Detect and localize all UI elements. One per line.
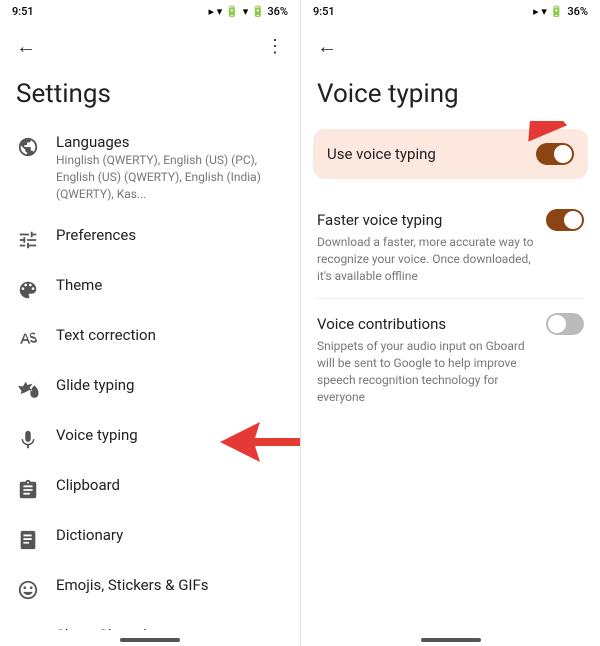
globe-icon xyxy=(16,135,40,159)
settings-list: Languages Hinglish (QWERTY), English (US… xyxy=(0,121,300,630)
nav-bar-left xyxy=(0,630,300,646)
signal-icons-left: ▸ ▾ 🔋 xyxy=(208,5,238,18)
clipboard-text: Clipboard xyxy=(56,476,120,494)
text-correction-text: Text correction xyxy=(56,326,156,344)
right-panel: 9:51 ▸ ▾ 🔋 36% ← Voice typing Use voice … xyxy=(300,0,600,646)
vt-contributions-subtitle: Snippets of your audio input on Gboard w… xyxy=(317,338,537,405)
dictionary-text: Dictionary xyxy=(56,526,123,544)
toggle-knob-use xyxy=(554,145,572,163)
vt-contributions-row: Voice contributions xyxy=(317,313,584,335)
voice-typing-title: Voice typing xyxy=(56,426,138,444)
toggle-faster[interactable] xyxy=(546,209,584,231)
battery-left: ▾ 🔋 36% xyxy=(243,5,288,18)
vt-faster-label: Faster voice typing xyxy=(317,211,442,229)
languages-title: Languages xyxy=(56,133,276,151)
book-icon xyxy=(16,528,40,552)
preferences-text: Preferences xyxy=(56,226,136,244)
glide-typing-text: Glide typing xyxy=(56,376,134,394)
vt-item-use-voice-typing[interactable]: Use voice typing xyxy=(313,129,588,179)
toggle-use-voice-typing[interactable] xyxy=(536,143,574,165)
voice-typing-text: Voice typing xyxy=(56,426,138,444)
nav-bar-right xyxy=(301,630,600,646)
vt-use-row: Use voice typing xyxy=(327,143,574,165)
palette-icon xyxy=(16,278,40,302)
status-icons-left: ▸ ▾ 🔋 ▾ 🔋 36% xyxy=(208,5,288,18)
text-correction-title: Text correction xyxy=(56,326,156,344)
battery-right: 36% xyxy=(567,5,588,18)
sidebar-item-dictionary[interactable]: Dictionary xyxy=(0,514,300,564)
languages-text: Languages Hinglish (QWERTY), English (US… xyxy=(56,133,276,202)
red-arrow-left xyxy=(220,422,300,462)
emoji-icon xyxy=(16,578,40,602)
vt-faster-row: Faster voice typing xyxy=(317,209,584,231)
sidebar-item-languages[interactable]: Languages Hinglish (QWERTY), English (US… xyxy=(0,121,300,214)
vt-item-faster[interactable]: Faster voice typing Download a faster, m… xyxy=(301,195,600,298)
sidebar-item-share[interactable]: Share Gboard xyxy=(0,614,300,630)
share-title: Share Gboard xyxy=(56,626,147,630)
mic-icon xyxy=(16,428,40,452)
emojis-text: Emojis, Stickers & GIFs xyxy=(56,576,209,594)
status-bar-right: 9:51 ▸ ▾ 🔋 36% xyxy=(301,0,600,22)
preferences-title: Preferences xyxy=(56,226,136,244)
back-button-left[interactable]: ← xyxy=(12,30,40,63)
theme-title: Theme xyxy=(56,276,102,294)
nav-pill-right xyxy=(421,638,481,642)
back-button-right[interactable]: ← xyxy=(313,30,341,63)
time-left: 9:51 xyxy=(12,5,34,18)
vt-item-contributions[interactable]: Voice contributions Snippets of your aud… xyxy=(301,299,600,419)
sliders-icon xyxy=(16,228,40,252)
sidebar-item-preferences[interactable]: Preferences xyxy=(0,214,300,264)
languages-subtitle: Hinglish (QWERTY), English (US) (PC), En… xyxy=(56,152,276,202)
glide-icon xyxy=(16,378,40,402)
left-panel: 9:51 ▸ ▾ 🔋 ▾ 🔋 36% ← ⋮ Settings Language… xyxy=(0,0,300,646)
signal-icons-right: ▸ ▾ 🔋 xyxy=(533,5,563,18)
vt-contributions-label: Voice contributions xyxy=(317,315,446,333)
nav-pill-left xyxy=(120,638,180,642)
glide-typing-title: Glide typing xyxy=(56,376,134,394)
time-right: 9:51 xyxy=(313,5,335,18)
menu-button-left[interactable]: ⋮ xyxy=(262,32,288,61)
clipboard-title: Clipboard xyxy=(56,476,120,494)
sidebar-item-text-correction[interactable]: Text correction xyxy=(0,314,300,364)
sidebar-item-theme[interactable]: Theme xyxy=(0,264,300,314)
textcorrect-icon xyxy=(16,328,40,352)
sidebar-item-clipboard[interactable]: Clipboard xyxy=(0,464,300,514)
sidebar-item-glide-typing[interactable]: Glide typing xyxy=(0,364,300,414)
top-bar-right: ← xyxy=(301,22,600,71)
sidebar-item-voice-typing[interactable]: Voice typing xyxy=(0,414,300,464)
status-icons-right: ▸ ▾ 🔋 36% xyxy=(533,5,588,18)
page-title-left: Settings xyxy=(0,71,300,121)
clipboard-icon xyxy=(16,478,40,502)
toggle-knob-faster xyxy=(564,211,582,229)
share-icon xyxy=(16,628,40,630)
vt-faster-subtitle: Download a faster, more accurate way to … xyxy=(317,234,537,284)
toggle-knob-contributions xyxy=(548,315,566,333)
red-arrow-up xyxy=(508,121,568,134)
sidebar-item-emojis[interactable]: Emojis, Stickers & GIFs xyxy=(0,564,300,614)
status-bar-left: 9:51 ▸ ▾ 🔋 ▾ 🔋 36% xyxy=(0,0,300,22)
dictionary-title: Dictionary xyxy=(56,526,123,544)
emojis-title: Emojis, Stickers & GIFs xyxy=(56,576,209,594)
share-text: Share Gboard xyxy=(56,626,147,630)
voice-typing-content: Use voice typing Faster voice typing Dow… xyxy=(301,121,600,630)
toggle-contributions[interactable] xyxy=(546,313,584,335)
page-title-right: Voice typing xyxy=(301,71,600,121)
vt-use-label: Use voice typing xyxy=(327,145,436,163)
top-bar-left: ← ⋮ xyxy=(0,22,300,71)
theme-text: Theme xyxy=(56,276,102,294)
